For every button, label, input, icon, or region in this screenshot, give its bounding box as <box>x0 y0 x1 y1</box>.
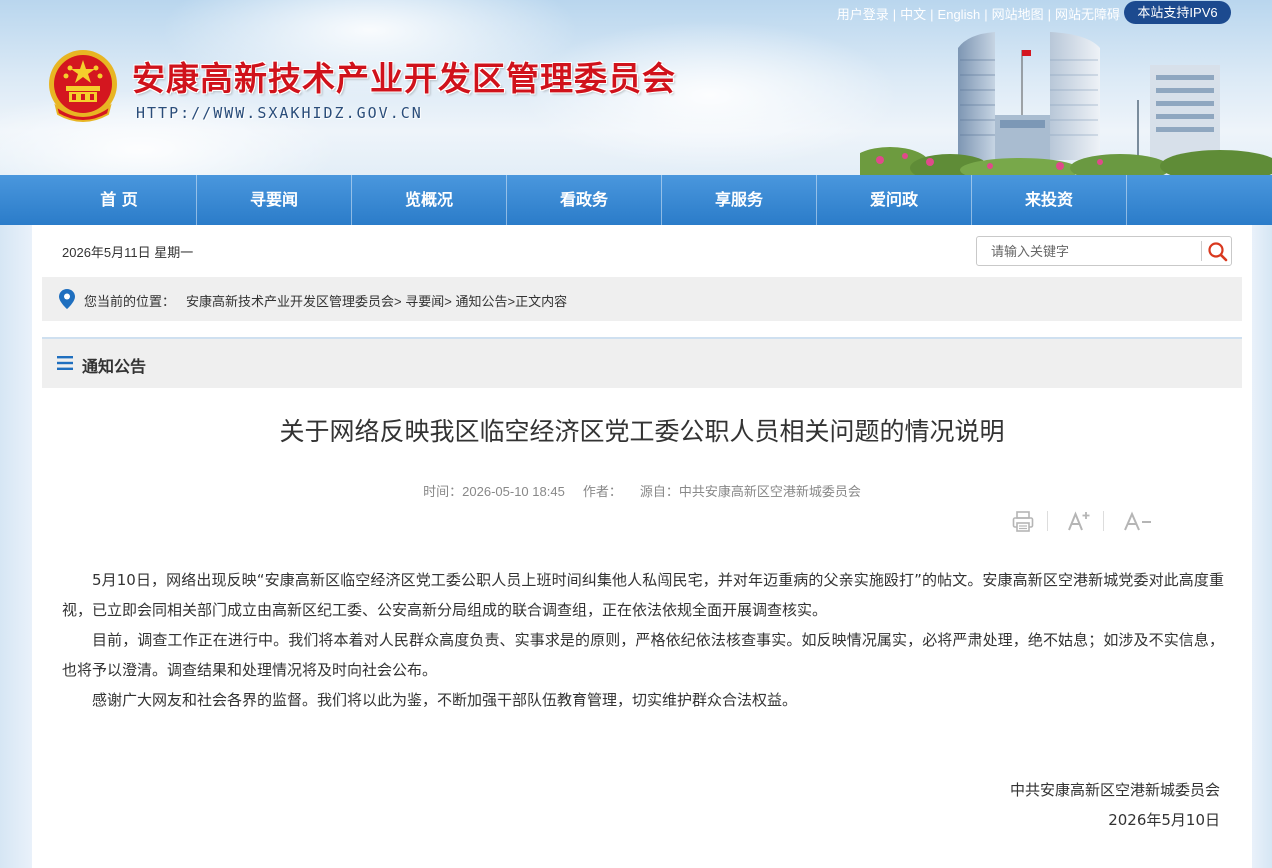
article-author: 作者： <box>582 484 622 499</box>
search-input[interactable] <box>978 238 1200 264</box>
separator: | <box>892 7 897 22</box>
nav-item-home[interactable]: 首 页 <box>42 175 197 225</box>
government-building-illustration <box>860 32 1272 175</box>
separator: | <box>984 7 988 22</box>
article-body: 5月10日，网络出现反映“安康高新区临空经济区党工委公职人员上班时间纠集他人私闯… <box>62 565 1224 715</box>
page-side-decoration <box>0 225 32 868</box>
article-title: 关于网络反映我区临空经济区党工委公职人员相关问题的情况说明 <box>279 417 1005 446</box>
signature-org: 中共安康高新区空港新城委员会 <box>1009 781 1220 799</box>
article-tools <box>1010 509 1240 533</box>
article-paragraph: 目前，调查工作正在进行中。我们将本着对人民群众高度负责、实事求是的原则，严格依纪… <box>62 631 1224 679</box>
current-date: 2026年5月11日 星期一 <box>62 245 194 260</box>
sitemap-link[interactable]: 网站地图 <box>992 7 1044 22</box>
page-side-decoration <box>1252 225 1272 868</box>
site-title: 安康高新技术产业开发区管理委员会 <box>132 59 676 98</box>
nav-item-government[interactable]: 看政务 <box>507 175 662 225</box>
chinese-link[interactable]: 中文 <box>900 7 926 22</box>
nav-item-inquiry[interactable]: 爱问政 <box>817 175 972 225</box>
breadcrumb-separator: > <box>444 294 456 309</box>
breadcrumb-item-news[interactable]: 寻要闻 <box>405 294 444 309</box>
site-url: HTTP://WWW.SXAKHIDZ.GOV.CN <box>136 104 423 122</box>
main-content: 2026年5月11日 星期一 您当前的位置： 安康高新技术产业开发区管理委员会>… <box>32 225 1252 868</box>
main-nav: 首 页 寻要闻 览概况 看政务 享服务 爱问政 来投资 <box>0 175 1272 225</box>
nav-item-overview[interactable]: 览概况 <box>352 175 507 225</box>
breadcrumb-separator: > <box>507 294 516 309</box>
breadcrumb-item-current: 正文内容 <box>515 294 568 309</box>
menu-lines-icon <box>57 356 73 370</box>
login-link[interactable]: 用户登录 <box>837 7 889 22</box>
ipv6-badge: 本站支持IPV6 <box>1124 1 1231 24</box>
breadcrumb-trail: 安康高新技术产业开发区管理委员会> 寻要闻> 通知公告>正文内容 <box>186 291 567 310</box>
breadcrumb-label: 您当前的位置： <box>84 294 176 309</box>
print-icon[interactable] <box>1012 509 1034 533</box>
location-pin-icon <box>59 289 75 309</box>
article-meta: 时间：2026-05-10 18:45 作者： 源自：中共安康高新区空港新城委员会 <box>32 481 1252 500</box>
tool-separator <box>1103 511 1104 531</box>
search-icon[interactable] <box>1205 239 1230 264</box>
article-time: 时间：2026-05-10 18:45 <box>423 484 565 499</box>
font-increase-icon[interactable] <box>1067 509 1091 533</box>
section-title: 通知公告 <box>82 357 147 376</box>
header-banner: 安康高新技术产业开发区管理委员会 HTTP://WWW.SXAKHIDZ.GOV… <box>0 0 1272 175</box>
article-paragraph: 感谢广大网友和社会各界的监督。我们将以此为鉴，不断加强干部队伍教育管理，切实维护… <box>92 691 798 709</box>
section-header: 通知公告 <box>42 337 1242 388</box>
breadcrumb-item-home[interactable]: 安康高新技术产业开发区管理委员会 <box>186 294 394 309</box>
font-decrease-icon[interactable] <box>1123 509 1153 533</box>
english-link[interactable]: English <box>938 7 981 22</box>
search-divider <box>1201 241 1202 261</box>
nav-item-services[interactable]: 享服务 <box>662 175 817 225</box>
separator: | <box>930 7 934 22</box>
accessibility-link[interactable]: 网站无障碍 <box>1055 7 1120 22</box>
article-paragraph: 5月10日，网络出现反映“安康高新区临空经济区党工委公职人员上班时间纠集他人私闯… <box>62 571 1224 619</box>
breadcrumb: 您当前的位置： 安康高新技术产业开发区管理委员会> 寻要闻> 通知公告>正文内容 <box>42 277 1242 321</box>
tool-separator <box>1047 511 1048 531</box>
breadcrumb-separator: > <box>394 294 406 309</box>
national-emblem-icon <box>49 50 117 122</box>
signature-date: 2026年5月10日 <box>1108 811 1220 829</box>
search-box <box>976 236 1232 266</box>
separator: | <box>1047 7 1051 22</box>
article-source: 源自：中共安康高新区空港新城委员会 <box>639 484 861 499</box>
nav-item-investment[interactable]: 来投资 <box>972 175 1127 225</box>
top-links: 用户登录 | 中文 | English | 网站地图 | 网站无障碍 <box>837 4 1120 23</box>
breadcrumb-item-notices[interactable]: 通知公告 <box>455 294 507 309</box>
nav-item-news[interactable]: 寻要闻 <box>197 175 352 225</box>
article-signature: 中共安康高新区空港新城委员会 2026年5月10日 <box>1010 775 1220 835</box>
